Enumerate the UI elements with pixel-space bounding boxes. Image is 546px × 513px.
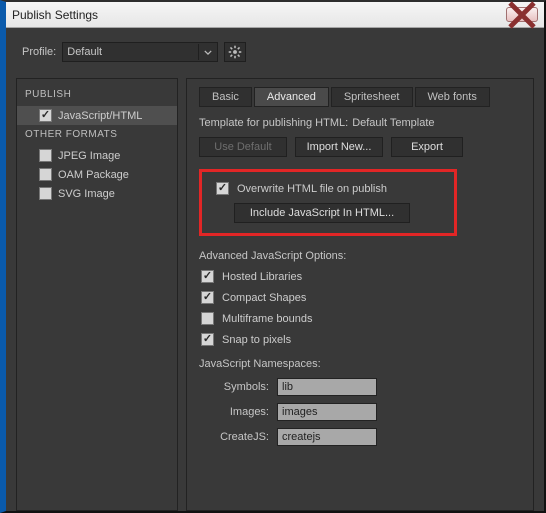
chevron-down-icon xyxy=(198,44,216,60)
tab-label: Basic xyxy=(212,91,239,103)
sidebar-item-label: JPEG Image xyxy=(58,150,120,162)
sidebar-item-label: SVG Image xyxy=(58,188,115,200)
checkbox-compact-shapes[interactable] xyxy=(201,291,214,304)
checkbox-multiframe-bounds[interactable] xyxy=(201,312,214,325)
profile-value: Default xyxy=(67,46,102,58)
template-value: Default Template xyxy=(352,117,434,129)
tab-label: Web fonts xyxy=(428,91,477,103)
adv-js-heading: Advanced JavaScript Options: xyxy=(199,250,521,262)
export-button[interactable]: Export xyxy=(391,137,463,157)
createjs-label: CreateJS: xyxy=(201,431,269,443)
title-bar: Publish Settings xyxy=(6,2,544,28)
multiframe-bounds-label: Multiframe bounds xyxy=(222,313,313,325)
checkbox-oam[interactable] xyxy=(39,168,52,181)
sidebar-heading-other: OTHER FORMATS xyxy=(17,125,177,146)
compact-shapes-label: Compact Shapes xyxy=(222,292,306,304)
sidebar-item-javascript-html[interactable]: JavaScript/HTML xyxy=(17,106,177,125)
profile-settings-button[interactable] xyxy=(224,42,246,62)
compact-shapes-row: Compact Shapes xyxy=(199,291,521,304)
checkbox-hosted-libraries[interactable] xyxy=(201,270,214,283)
tab-web-fonts[interactable]: Web fonts xyxy=(415,87,490,107)
sidebar-item-svg[interactable]: SVG Image xyxy=(17,184,177,203)
template-row: Template for publishing HTML: Default Te… xyxy=(199,117,521,129)
highlight-red-box: Overwrite HTML file on publish Include J… xyxy=(199,169,457,236)
namespaces-grid: Symbols: Images: CreateJS: xyxy=(199,378,521,446)
checkbox-overwrite-html[interactable] xyxy=(216,182,229,195)
gear-icon xyxy=(228,45,242,59)
symbols-label: Symbols: xyxy=(201,381,269,393)
checkbox-jpeg[interactable] xyxy=(39,149,52,162)
tab-label: Spritesheet xyxy=(344,91,400,103)
checkbox-svg[interactable] xyxy=(39,187,52,200)
content-area: PUBLISH JavaScript/HTML OTHER FORMATS JP… xyxy=(6,72,544,511)
close-icon xyxy=(507,0,537,30)
profile-row: Profile: Default xyxy=(6,28,544,72)
createjs-input[interactable] xyxy=(277,428,377,446)
symbols-input[interactable] xyxy=(277,378,377,396)
tab-label: Advanced xyxy=(267,91,316,103)
hosted-libraries-row: Hosted Libraries xyxy=(199,270,521,283)
right-pane: Basic Advanced Spritesheet Web fonts Tem… xyxy=(186,78,534,511)
tab-basic[interactable]: Basic xyxy=(199,87,252,107)
overwrite-row: Overwrite HTML file on publish xyxy=(216,182,440,195)
snap-to-pixels-row: Snap to pixels xyxy=(199,333,521,346)
adv-js-options: Hosted Libraries Compact Shapes Multifra… xyxy=(199,270,521,346)
multiframe-bounds-row: Multiframe bounds xyxy=(199,312,521,325)
sidebar-item-oam[interactable]: OAM Package xyxy=(17,165,177,184)
images-input[interactable] xyxy=(277,403,377,421)
sidebar-heading-publish: PUBLISH xyxy=(17,85,177,106)
sidebar-item-label: OAM Package xyxy=(58,169,129,181)
checkbox-snap-to-pixels[interactable] xyxy=(201,333,214,346)
namespaces-heading: JavaScript Namespaces: xyxy=(199,358,521,370)
profile-label: Profile: xyxy=(22,46,56,58)
tab-advanced[interactable]: Advanced xyxy=(254,87,329,107)
sidebar-item-label: JavaScript/HTML xyxy=(58,110,142,122)
images-label: Images: xyxy=(201,406,269,418)
checkbox-javascript-html[interactable] xyxy=(39,109,52,122)
include-javascript-button[interactable]: Include JavaScript In HTML... xyxy=(234,203,410,223)
template-label: Template for publishing HTML: xyxy=(199,117,348,129)
sidebar: PUBLISH JavaScript/HTML OTHER FORMATS JP… xyxy=(16,78,178,511)
use-default-button[interactable]: Use Default xyxy=(199,137,287,157)
template-button-row: Use Default Import New... Export xyxy=(199,137,521,157)
window-title: Publish Settings xyxy=(12,8,506,22)
import-new-button[interactable]: Import New... xyxy=(295,137,383,157)
profile-dropdown[interactable]: Default xyxy=(62,42,218,62)
close-button[interactable] xyxy=(506,7,538,22)
snap-to-pixels-label: Snap to pixels xyxy=(222,334,291,346)
tab-spritesheet[interactable]: Spritesheet xyxy=(331,87,413,107)
tabs: Basic Advanced Spritesheet Web fonts xyxy=(199,87,521,107)
sidebar-item-jpeg[interactable]: JPEG Image xyxy=(17,146,177,165)
hosted-libraries-label: Hosted Libraries xyxy=(222,271,302,283)
overwrite-label: Overwrite HTML file on publish xyxy=(237,183,387,195)
